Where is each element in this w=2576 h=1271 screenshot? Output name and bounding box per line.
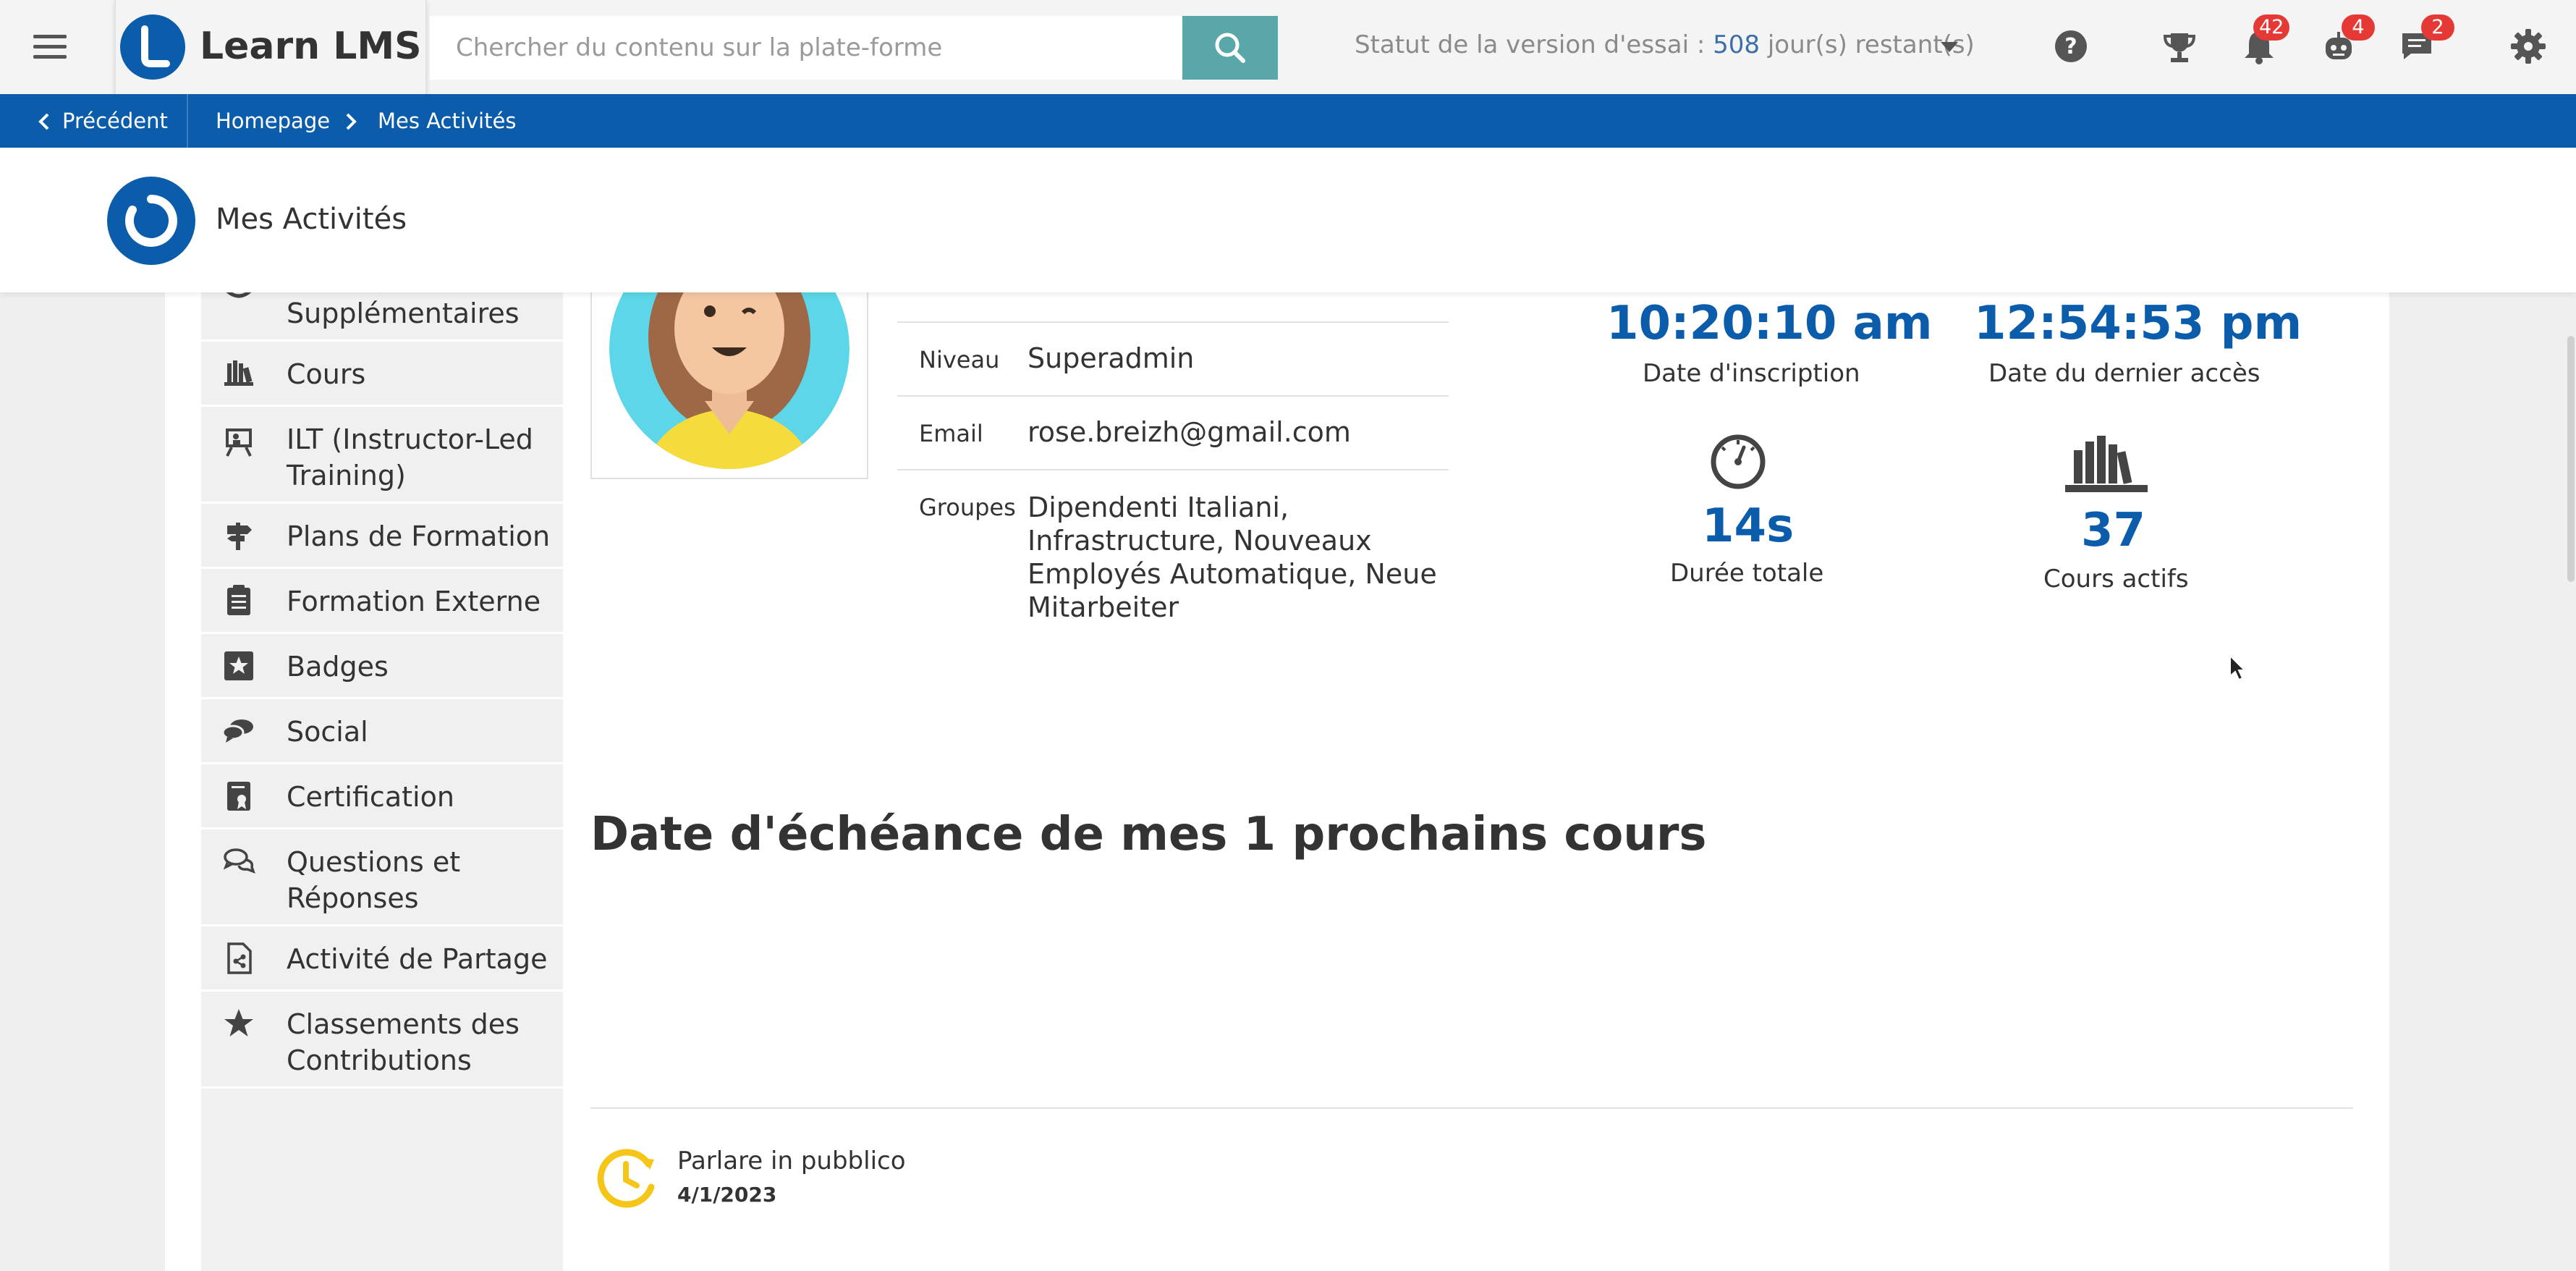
- sidebar-item-social[interactable]: Social: [201, 699, 563, 764]
- sidebar-item-classements-contributions[interactable]: Classements des Contributions: [201, 992, 563, 1089]
- sidebar-item-plans-de-formation[interactable]: Plans de Formation: [201, 504, 563, 569]
- course-date: 4/1/2023: [677, 1183, 777, 1207]
- sidebar-item-label: Activité de Partage: [287, 943, 548, 975]
- sidebar: Supplémentaires Cours ILT (Instructor-Le…: [201, 290, 563, 1271]
- sidebar-item-label: Plans de Formation: [287, 520, 551, 552]
- sidebar-item-label: Badges: [287, 651, 389, 683]
- scrollbar[interactable]: [2567, 336, 2575, 582]
- sidebar-item-label: Classements des: [287, 1008, 520, 1040]
- logo-icon: [120, 14, 185, 80]
- chat-badge: 2: [2421, 14, 2454, 41]
- sidebar-item-label: Certification: [287, 781, 454, 813]
- courses-icon: [224, 360, 253, 386]
- speedometer-icon: [1711, 434, 1766, 489]
- trial-status[interactable]: Statut de la version d'essai : 508 jour(…: [1355, 30, 1975, 59]
- ilt-icon: [226, 428, 252, 457]
- sidebar-item-ilt[interactable]: ILT (Instructor-Led Training): [201, 407, 563, 504]
- sidebar-item-label: ILT (Instructor-Led: [287, 423, 533, 455]
- breadcrumb-current: Mes Activités: [378, 109, 517, 133]
- books-icon: [2065, 436, 2148, 492]
- sidebar-item-label-line2: Training): [287, 460, 406, 491]
- notifications-badge: 42: [2253, 14, 2290, 41]
- trial-days: 508: [1713, 30, 1761, 59]
- total-duration-label: Durée totale: [1670, 559, 1824, 588]
- app-name: Learn LMS: [200, 25, 422, 68]
- level-value: Superadmin: [1028, 342, 1195, 374]
- total-duration: 14s: [1702, 499, 1795, 553]
- sidebar-item-label-line2: Réponses: [287, 882, 419, 914]
- sidebar-item-supplementaires[interactable]: Supplémentaires: [201, 290, 563, 342]
- certificate-icon: [227, 782, 250, 811]
- share-document-icon: [227, 942, 252, 974]
- qa-icon: [223, 848, 255, 874]
- groups-value-line: Employés Automatique, Neue: [1028, 558, 1437, 590]
- star-badge-icon: [224, 651, 253, 680]
- active-courses: 37: [2081, 504, 2146, 557]
- sidebar-item-label: Supplémentaires: [287, 297, 520, 329]
- sidebar-item-activite-de-partage[interactable]: Activité de Partage: [201, 926, 563, 992]
- search-icon: [1215, 33, 1245, 63]
- help-icon[interactable]: ?: [2051, 26, 2091, 67]
- breadcrumb: Précédent Homepage Mes Activités: [0, 94, 2576, 148]
- groups-label: Groupes: [919, 494, 1016, 521]
- active-courses-label: Cours actifs: [2043, 565, 2189, 594]
- chat-bubbles-icon: [221, 719, 253, 743]
- search-button[interactable]: [1182, 16, 1278, 80]
- activity-icon: [107, 177, 195, 265]
- chevron-left-icon: [38, 113, 49, 130]
- course-title-link[interactable]: Parlare in pubblico: [677, 1147, 906, 1175]
- menu-icon[interactable]: [33, 32, 71, 61]
- info-divider: [897, 469, 1449, 470]
- avatar-frame: [590, 292, 868, 479]
- deadline-clock-icon: [597, 1149, 655, 1208]
- star-icon: [224, 1009, 253, 1036]
- gear-icon[interactable]: [2508, 26, 2549, 67]
- trial-prefix: Statut de la version d'essai :: [1355, 30, 1713, 59]
- sidebar-item-formation-externe[interactable]: Formation Externe: [201, 569, 563, 634]
- info-divider: [897, 395, 1449, 397]
- sidebar-item-label: Cours: [287, 358, 366, 390]
- upcoming-title: Date d'échéance de mes 1 prochains cours: [590, 808, 1707, 861]
- svg-text:?: ?: [2064, 34, 2077, 59]
- page-header: Mes Activités: [0, 148, 2576, 292]
- sidebar-item-label: Social: [287, 716, 368, 748]
- info-divider: [897, 321, 1449, 323]
- back-button[interactable]: Précédent: [29, 94, 188, 148]
- email-label: Email: [919, 420, 983, 447]
- page-title: Mes Activités: [216, 203, 407, 236]
- registration-time: 10:20:10 am: [1606, 297, 1933, 350]
- sidebar-item-cours[interactable]: Cours: [201, 342, 563, 407]
- avatar: [609, 292, 850, 469]
- groups-value-line: Dipendenti Italiani,: [1028, 491, 1289, 523]
- last-access-label: Date du dernier accès: [1988, 359, 2261, 388]
- back-label: Précédent: [62, 109, 168, 133]
- trophy-icon[interactable]: [2159, 26, 2200, 67]
- search-input[interactable]: [430, 16, 1182, 80]
- robot-badge: 4: [2342, 14, 2375, 41]
- chevron-right-icon: [346, 113, 357, 130]
- caret-down-icon[interactable]: [1941, 42, 1958, 52]
- sidebar-item-certification[interactable]: Certification: [201, 764, 563, 829]
- sidebar-item-questions-reponses[interactable]: Questions et Réponses: [201, 829, 563, 926]
- clipboard-icon: [227, 585, 250, 615]
- section-divider: [590, 1107, 2353, 1109]
- sidebar-item-label: Questions et: [287, 846, 461, 878]
- groups-value-line: Infrastructure, Nouveaux: [1028, 525, 1372, 557]
- cursor-icon: [2229, 654, 2246, 681]
- sidebar-item-badges[interactable]: Badges: [201, 634, 563, 699]
- email-value: rose.breizh@gmail.com: [1028, 416, 1351, 448]
- groups-value-line: Mitarbeiter: [1028, 591, 1179, 623]
- top-bar: Learn LMS Statut de la version d'essai :…: [0, 0, 2576, 94]
- sidebar-item-label: Formation Externe: [287, 586, 541, 617]
- breadcrumb-home-link[interactable]: Homepage: [216, 109, 330, 133]
- last-access-time: 12:54:53 pm: [1974, 297, 2302, 350]
- signpost-icon: [227, 523, 252, 550]
- level-label: Niveau: [919, 346, 1000, 373]
- registration-label: Date d'inscription: [1643, 359, 1860, 388]
- sidebar-item-label-line2: Contributions: [287, 1044, 472, 1076]
